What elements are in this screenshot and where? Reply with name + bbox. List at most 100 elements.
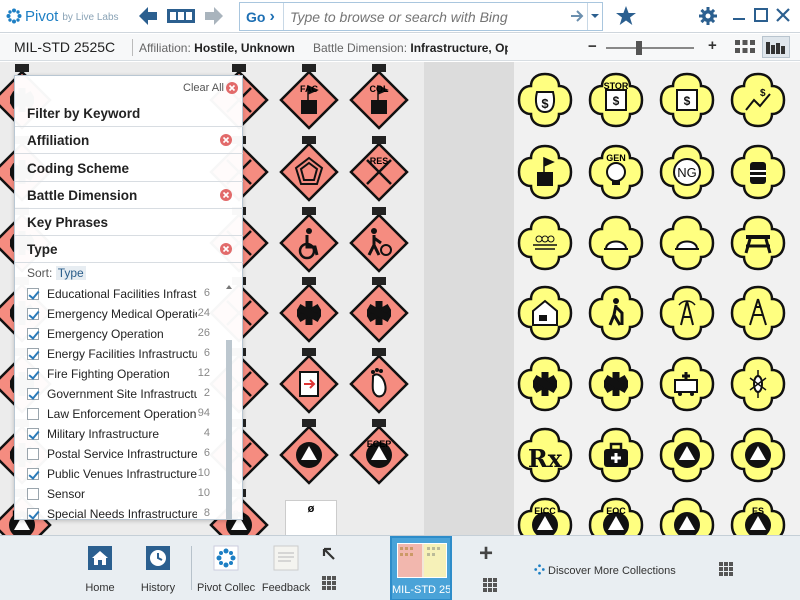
gear-icon[interactable]	[698, 6, 718, 26]
history-button[interactable]: History	[136, 536, 180, 600]
hostile-symbol-tile[interactable]	[349, 348, 409, 414]
clear-all-button[interactable]: Clear All	[183, 82, 224, 94]
unknown-symbol-tile[interactable]	[515, 213, 575, 273]
type-filter-item[interactable]: Military Infrastructure 4	[15, 424, 243, 444]
hostile-symbol-tile[interactable]	[349, 207, 409, 273]
type-filter-item[interactable]: Government Site Infrastructure 2	[15, 384, 243, 404]
unknown-symbol-tile[interactable]	[515, 283, 575, 343]
close-icon[interactable]	[774, 6, 792, 24]
hostile-symbol-tile[interactable]	[349, 277, 409, 343]
type-checkbox[interactable]	[27, 428, 39, 440]
type-filter-item[interactable]: Special Needs Infrastructure 8	[15, 504, 243, 520]
type-filter-item[interactable]: Fire Fighting Operation 12	[15, 364, 243, 384]
filter-section-key-phrases[interactable]: Key Phrases	[15, 209, 243, 236]
unknown-symbol-tile[interactable]: NG	[657, 142, 717, 202]
forward-arrow-icon[interactable]	[203, 5, 225, 27]
filter-section-battle-dimension[interactable]: Battle Dimension	[15, 182, 243, 209]
grid-view-icon[interactable]	[734, 38, 756, 56]
maximize-icon[interactable]	[752, 6, 770, 24]
collection-tab[interactable]: MIL-STD 2525C	[390, 536, 452, 600]
unknown-symbol-tile[interactable]	[515, 354, 575, 414]
unknown-symbol-tile[interactable]	[586, 354, 646, 414]
type-filter-item[interactable]: Emergency Operation 26	[15, 324, 243, 344]
clear-icon[interactable]	[220, 134, 232, 146]
unknown-symbol-tile[interactable]: ES	[728, 495, 788, 535]
unknown-symbol-tile[interactable]	[728, 283, 788, 343]
home-button[interactable]: Home	[78, 536, 122, 600]
unknown-symbol-tile[interactable]	[586, 283, 646, 343]
hostile-symbol-tile[interactable]	[279, 348, 339, 414]
filter-section-affiliation[interactable]: Affiliation	[15, 127, 243, 154]
unknown-symbol-tile[interactable]	[586, 213, 646, 273]
type-filter-item[interactable]: Public Venues Infrastructure 10	[15, 464, 243, 484]
collection-title[interactable]: MIL-STD 2525C	[14, 39, 115, 55]
unknown-symbol-tile[interactable]: $	[728, 70, 788, 130]
address-dropdown-button[interactable]	[587, 3, 603, 30]
unknown-symbol-tile[interactable]	[586, 425, 646, 485]
type-checkbox[interactable]	[27, 368, 39, 380]
unknown-symbol-tile[interactable]: EICC	[515, 495, 575, 535]
type-checkbox[interactable]	[27, 448, 39, 460]
unknown-symbol-tile[interactable]	[657, 213, 717, 273]
hostile-symbol-tile[interactable]: COL	[349, 64, 409, 130]
grid-dots-icon[interactable]	[322, 576, 336, 590]
unknown-symbol-tile[interactable]	[657, 354, 717, 414]
filter-section-filter-by-keyword[interactable]: Filter by Keyword	[15, 100, 243, 127]
scroll-up-icon[interactable]	[226, 284, 232, 290]
unknown-symbol-tile[interactable]	[728, 142, 788, 202]
zoom-slider-thumb[interactable]	[636, 41, 643, 55]
unknown-symbol-tile[interactable]	[515, 142, 575, 202]
type-list-scrollbar[interactable]	[226, 284, 232, 520]
add-collection-button[interactable]: +	[479, 540, 493, 568]
hostile-symbol-tile[interactable]	[279, 136, 339, 202]
grid-dots-icon[interactable]	[483, 578, 497, 592]
unknown-symbol-tile[interactable]	[657, 495, 717, 535]
clear-icon[interactable]	[220, 189, 232, 201]
feedback-button[interactable]: Feedback	[261, 536, 311, 600]
clear-icon[interactable]	[226, 82, 238, 94]
filter-section-type[interactable]: Type	[15, 236, 243, 263]
histogram-view-button[interactable]	[762, 36, 790, 58]
type-checkbox[interactable]	[27, 488, 39, 500]
sort-control[interactable]: Sort: Type	[27, 266, 86, 280]
discover-collections-link[interactable]: Discover More Collections	[534, 564, 676, 577]
type-filter-item[interactable]: Law Enforcement Operation 94	[15, 404, 243, 424]
pin-button[interactable]	[318, 536, 340, 600]
neutral-symbol-tile[interactable]: ø	[285, 500, 337, 535]
unknown-symbol-tile[interactable]	[728, 354, 788, 414]
unknown-symbol-tile[interactable]: EOC	[586, 495, 646, 535]
type-checkbox[interactable]	[27, 328, 39, 340]
type-filter-item[interactable]: Sensor 10	[15, 484, 243, 504]
collections-view-icon[interactable]	[167, 9, 195, 23]
filter-section-coding-scheme[interactable]: Coding Scheme	[15, 155, 243, 182]
zoom-slider-track[interactable]	[606, 47, 694, 49]
type-checkbox[interactable]	[27, 348, 39, 360]
go-button[interactable]: Go ›	[240, 3, 284, 30]
grid-dots-icon[interactable]	[719, 562, 733, 576]
hostile-symbol-tile[interactable]	[279, 207, 339, 273]
type-checkbox[interactable]	[27, 508, 39, 520]
hostile-symbol-tile[interactable]	[279, 419, 339, 485]
back-arrow-icon[interactable]	[137, 5, 159, 27]
type-checkbox[interactable]	[27, 288, 39, 300]
breadcrumb-facet-affiliation[interactable]: Affiliation: Hostile, Unknown	[139, 41, 295, 55]
unknown-symbol-tile[interactable]: $ STOR	[586, 70, 646, 130]
unknown-symbol-tile[interactable]	[657, 283, 717, 343]
type-filter-item[interactable]: Postal Service Infrastructure 6	[15, 444, 243, 464]
type-checkbox[interactable]	[27, 408, 39, 420]
unknown-symbol-tile[interactable]	[657, 425, 717, 485]
unknown-symbol-tile[interactable]	[728, 425, 788, 485]
sort-value[interactable]: Type	[55, 266, 86, 280]
hostile-symbol-tile[interactable]: ECEP	[349, 419, 409, 485]
minimize-icon[interactable]	[730, 6, 748, 24]
navigate-arrow-icon[interactable]	[570, 8, 584, 24]
unknown-symbol-tile[interactable]: GEN	[586, 142, 646, 202]
type-checkbox[interactable]	[27, 388, 39, 400]
type-checkbox[interactable]	[27, 468, 39, 480]
hostile-symbol-tile[interactable]: RES	[349, 136, 409, 202]
hostile-symbol-tile[interactable]: FAC	[279, 64, 339, 130]
type-filter-item[interactable]: Energy Facilities Infrastructure 6	[15, 344, 243, 364]
breadcrumb-facet-battle-dimension[interactable]: Battle Dimension: Infrastructure, Op	[313, 41, 508, 55]
hostile-symbol-tile[interactable]	[279, 277, 339, 343]
star-favorite-icon[interactable]	[615, 5, 637, 27]
